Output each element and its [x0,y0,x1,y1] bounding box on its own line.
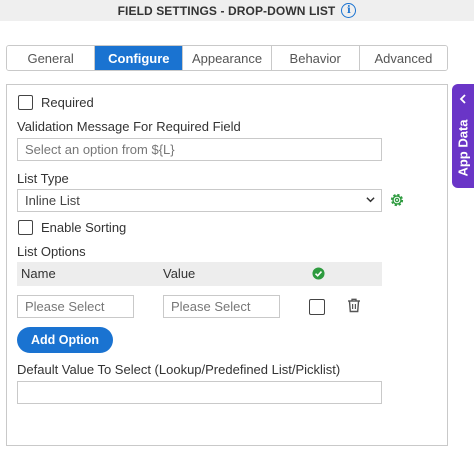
required-checkbox[interactable] [18,95,33,110]
add-option-button[interactable]: Add Option [17,327,113,353]
dialog-title: FIELD SETTINGS - DROP-DOWN LIST [117,3,336,18]
trash-icon[interactable] [347,298,361,313]
list-options-label: List Options [17,244,86,259]
chevron-down-icon [366,197,375,203]
settings-tabs: General Configure Appearance Behavior Ad… [6,45,448,71]
dialog-header: FIELD SETTINGS - DROP-DOWN LIST i [0,0,474,21]
default-value-label: Default Value To Select (Lookup/Predefin… [17,362,341,377]
info-icon[interactable]: i [341,3,357,18]
list-type-select[interactable]: Inline List [17,189,382,212]
app-data-tab[interactable]: App Data [452,84,474,188]
validation-message-input[interactable]: Select an option from ${L} [17,138,382,161]
validation-message-label: Validation Message For Required Field [17,119,241,134]
tab-advanced[interactable]: Advanced [359,46,447,70]
option-default-checkbox[interactable] [309,299,325,315]
enable-sorting-label: Enable Sorting [41,220,127,235]
tab-general[interactable]: General [7,46,96,70]
column-name-header: Name [21,266,56,281]
tab-configure[interactable]: Configure [95,46,184,70]
required-label: Required [41,95,94,110]
configure-panel: Required Validation Message For Required… [6,84,448,446]
check-circle-icon [312,267,325,280]
gear-icon[interactable] [389,192,405,208]
tab-behavior[interactable]: Behavior [271,46,360,70]
list-type-label: List Type [17,171,69,186]
list-type-value: Inline List [25,193,80,208]
app-data-label: App Data [455,119,471,177]
tab-appearance[interactable]: Appearance [183,46,272,70]
enable-sorting-checkbox[interactable] [18,220,33,235]
column-value-header: Value [163,266,196,281]
chevron-left-icon [459,94,466,104]
option-name-input[interactable]: Please Select [17,295,134,318]
option-value-input[interactable]: Please Select [163,295,280,318]
list-options-header: Name Value [17,262,382,286]
default-value-input[interactable] [17,381,382,404]
